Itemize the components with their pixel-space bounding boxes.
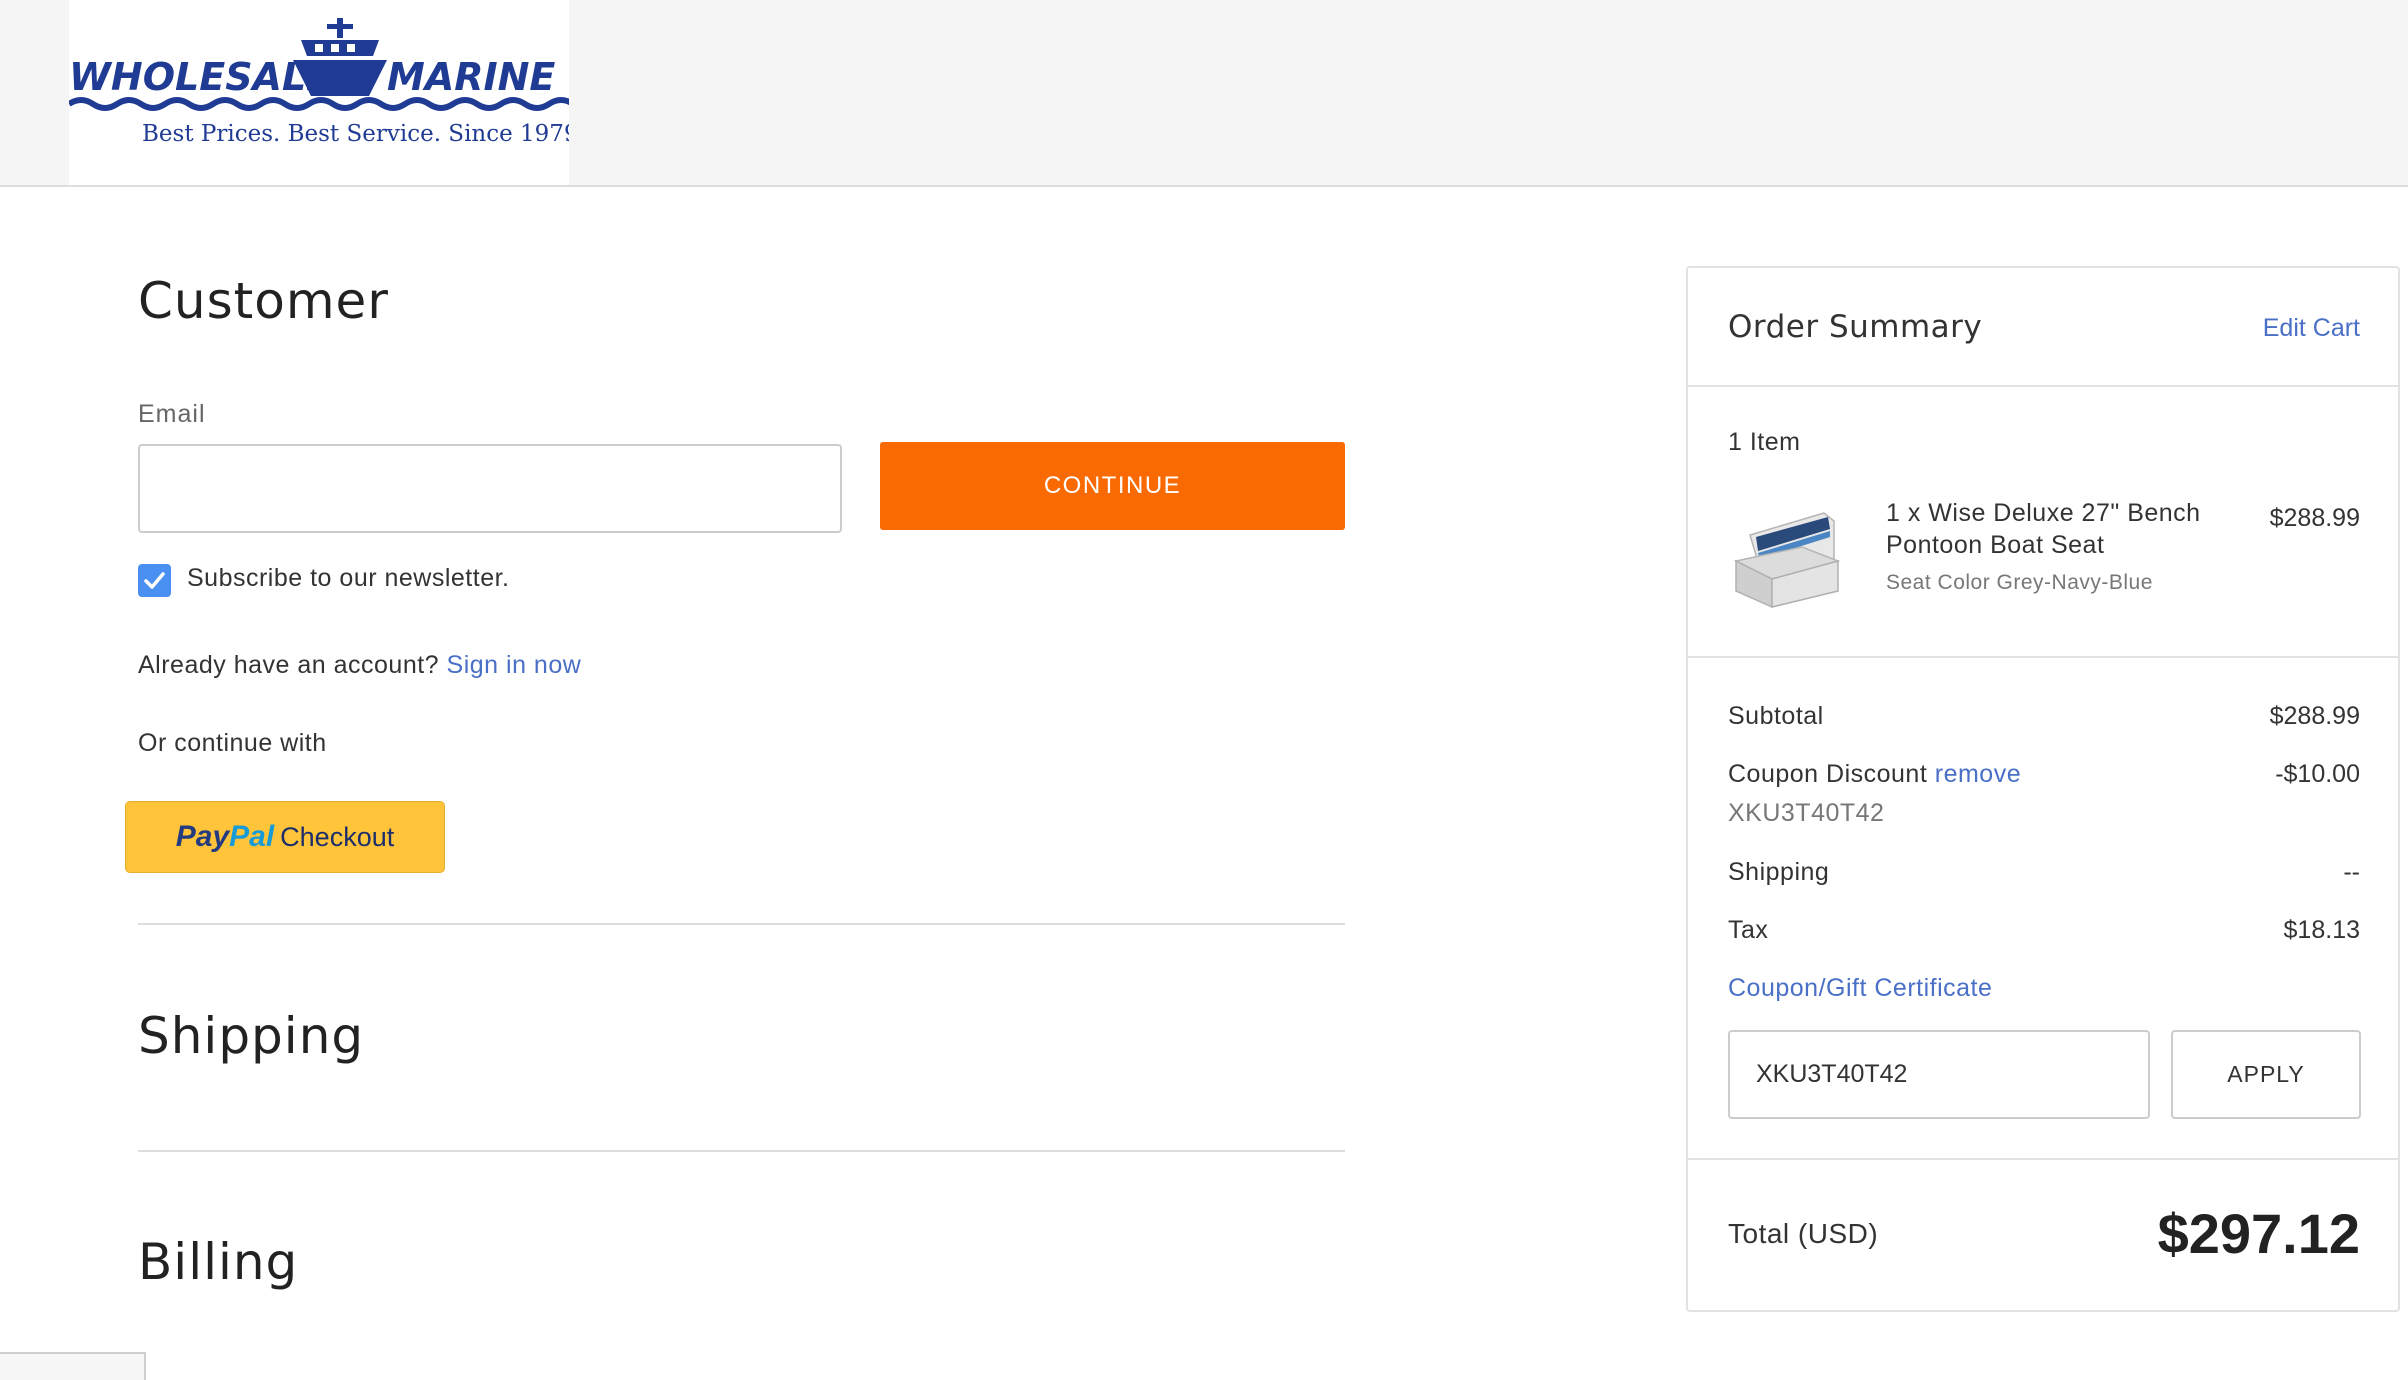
logo-tagline: Best Prices. Best Service. Since 1979.	[142, 121, 569, 147]
shipping-label: Shipping	[1728, 858, 1830, 886]
item-name-line1: 1 x Wise Deluxe 27" Bench	[1886, 499, 2201, 527]
sign-in-prompt: Already have an account? Sign in now	[138, 651, 581, 680]
tax-label: Tax	[1728, 916, 1769, 944]
total-value: $297.12	[2157, 1202, 2360, 1265]
or-continue-text: Or continue with	[138, 729, 327, 757]
apply-coupon-button[interactable]: APPLY	[2171, 1030, 2361, 1119]
coupon-code-input[interactable]	[1728, 1030, 2150, 1119]
logo-word-marine: MARINE	[387, 55, 555, 99]
corner-tab[interactable]	[0, 1352, 146, 1380]
coupon-discount-label: Coupon Discount	[1728, 760, 1928, 788]
newsletter-checkbox[interactable]	[138, 564, 171, 597]
checkmark-icon	[144, 572, 165, 589]
item-count: 1 Item	[1728, 428, 1801, 456]
sign-in-link[interactable]: Sign in now	[447, 651, 582, 679]
total-label: Total (USD)	[1728, 1218, 1879, 1249]
continue-button[interactable]: CONTINUE	[880, 442, 1345, 530]
edit-cart-link[interactable]: Edit Cart	[2263, 314, 2360, 343]
shipping-value: --	[2343, 858, 2360, 886]
tax-value: $18.13	[2283, 916, 2360, 944]
subtotal-value: $288.99	[2269, 702, 2360, 730]
item-name-line2: Pontoon Boat Seat	[1886, 531, 2105, 559]
logo[interactable]: WHOLESALE MARINE Best Prices. Best Servi…	[69, 0, 569, 185]
coupon-discount-value: -$10.00	[2275, 760, 2360, 788]
customer-heading: Customer	[138, 272, 389, 330]
section-divider	[138, 923, 1345, 925]
email-input[interactable]	[138, 444, 842, 533]
coupon-gift-toggle[interactable]: Coupon/Gift Certificate	[1728, 974, 1992, 1003]
paypal-checkout-button[interactable]: PayPal Checkout	[125, 801, 445, 873]
email-label: Email	[138, 400, 206, 428]
logo-word-wholesale: WHOLESALE	[69, 55, 332, 99]
summary-divider	[1688, 656, 2398, 658]
summary-divider	[1688, 1158, 2398, 1160]
paypal-logo-icon: PayPal Checkout	[126, 820, 444, 854]
paypal-pal-text: Pal	[229, 820, 275, 853]
site-header: WHOLESALE MARINE Best Prices. Best Servi…	[0, 0, 2408, 187]
paypal-checkout-text: Checkout	[280, 822, 395, 852]
paypal-pay-text: Pay	[175, 820, 230, 853]
account-prompt-text: Already have an account?	[138, 651, 440, 679]
product-image[interactable]	[1732, 503, 1842, 613]
shipping-heading: Shipping	[138, 1007, 365, 1065]
section-divider	[138, 1150, 1345, 1152]
ship-logo-icon: WHOLESALE MARINE Best Prices. Best Servi…	[69, 18, 569, 147]
summary-divider	[1688, 385, 2398, 387]
coupon-code: XKU3T40T42	[1728, 799, 1885, 827]
order-summary-panel: Order Summary Edit Cart 1 Item 1 x Wise …	[1686, 266, 2400, 1312]
order-summary-title: Order Summary	[1728, 309, 1983, 345]
item-price: $288.99	[2269, 504, 2360, 532]
billing-heading: Billing	[138, 1233, 299, 1291]
newsletter-label: Subscribe to our newsletter.	[187, 564, 510, 592]
subtotal-label: Subtotal	[1728, 702, 1824, 730]
item-option: Seat Color Grey-Navy-Blue	[1886, 571, 2153, 594]
coupon-remove-link[interactable]: remove	[1935, 760, 2021, 788]
coupon-discount-row: Coupon Discount remove	[1728, 760, 2021, 789]
